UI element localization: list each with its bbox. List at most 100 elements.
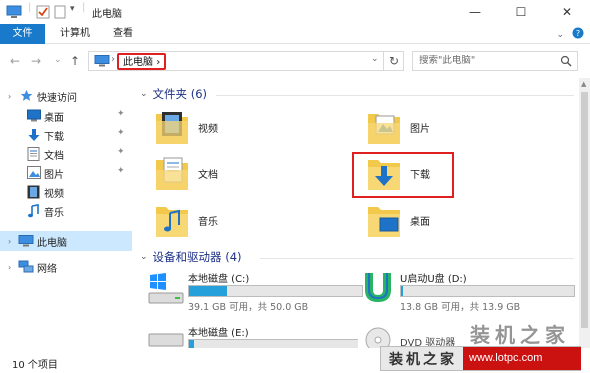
desktop-folder-icon	[366, 199, 402, 242]
documents-folder-icon	[154, 152, 190, 195]
vertical-scrollbar[interactable]: ▲	[579, 78, 590, 348]
close-button[interactable]: ✕	[544, 0, 590, 24]
expand-chevron-icon[interactable]: ›	[8, 92, 11, 101]
maximize-button[interactable]: ☐	[498, 0, 544, 24]
sidebar-item-quick-access[interactable]: › 快速访问	[0, 86, 132, 106]
expand-chevron-icon[interactable]: ›	[8, 263, 11, 272]
pictures-folder-icon	[366, 106, 402, 149]
breadcrumb[interactable]: 此电脑 ›	[117, 53, 167, 70]
group-title: 文件夹 (6)	[152, 87, 207, 101]
sidebar-item-pictures[interactable]: 图片 ✦	[0, 163, 132, 183]
sidebar-item-label: 快速访问	[37, 92, 77, 104]
back-arrow-icon[interactable]: ←	[10, 54, 20, 68]
desktop-icon	[27, 109, 41, 125]
sidebar-item-desktop[interactable]: 桌面 ✦	[0, 106, 132, 126]
expand-chevron-icon[interactable]: ›	[8, 237, 11, 246]
group-title: 设备和驱动器 (4)	[152, 250, 242, 264]
breadcrumb-separator: ›	[111, 54, 115, 65]
tab-file[interactable]: 文件	[0, 24, 45, 44]
this-pc-icon	[18, 235, 34, 250]
window-title: 此电脑	[92, 9, 122, 20]
breadcrumb-chevron-icon: ›	[156, 57, 161, 68]
this-pc-icon	[94, 55, 110, 70]
document-icon	[27, 147, 40, 164]
this-pc-icon[interactable]	[6, 5, 22, 22]
ribbon-controls: ⌄ ?	[556, 27, 584, 42]
folder-videos[interactable]: 视频	[150, 106, 330, 150]
folders-group-header[interactable]: ⌄ 文件夹 (6)	[140, 86, 207, 102]
drive-usage-fill	[189, 340, 195, 348]
folder-music[interactable]: 音乐	[150, 199, 330, 243]
collapse-chevron-icon[interactable]: ⌄	[140, 252, 148, 262]
sidebar-item-music[interactable]: 音乐	[0, 201, 132, 221]
search-box[interactable]	[412, 51, 578, 71]
star-icon	[20, 89, 33, 105]
watermark-text: 装机之家	[470, 323, 570, 347]
expand-ribbon-icon[interactable]: ⌄	[556, 30, 564, 40]
search-icon[interactable]	[560, 55, 572, 70]
folder-label: 桌面	[410, 217, 430, 228]
drives-group-header[interactable]: ⌄ 设备和驱动器 (4)	[140, 249, 242, 265]
quick-access-toolbar-dropdown-icon[interactable]: ▾	[70, 4, 75, 14]
hard-drive-icon	[148, 332, 184, 348]
properties-icon[interactable]	[36, 5, 50, 22]
folder-documents[interactable]: 文档	[150, 152, 330, 196]
breadcrumb-label: 此电脑	[123, 57, 153, 68]
tab-computer[interactable]: 计算机	[50, 24, 100, 44]
recent-locations-icon[interactable]: ⌄	[54, 55, 62, 65]
watermark-brand: 装机之家	[389, 352, 457, 368]
drive-d[interactable]: U启动U盘 (D:) 13.8 GB 可用，共 13.9 GB	[360, 268, 575, 313]
search-input[interactable]	[419, 55, 559, 66]
folder-pictures[interactable]: 图片	[362, 106, 542, 150]
drive-name: 本地磁盘 (C:)	[188, 274, 250, 285]
folder-desktop[interactable]: 桌面	[362, 199, 542, 243]
address-dropdown-icon[interactable]: ⌄	[371, 54, 379, 64]
pin-icon[interactable]: ✦	[117, 128, 125, 138]
watermark-banner: 装机之家 www.lotpc.com	[380, 346, 581, 371]
sidebar-item-label: 音乐	[44, 207, 64, 219]
pin-icon[interactable]: ✦	[117, 166, 125, 176]
sidebar-item-label: 网络	[37, 263, 57, 275]
ribbon-tabs: 文件 计算机 查看 ⌄ ?	[0, 24, 590, 44]
music-note-icon	[27, 204, 40, 221]
pin-icon[interactable]: ✦	[117, 109, 125, 119]
drive-name: 本地磁盘 (E:)	[188, 328, 249, 339]
drive-usage-bar	[400, 285, 575, 297]
sidebar-item-downloads[interactable]: 下载 ✦	[0, 125, 132, 145]
sidebar-item-videos[interactable]: 视频	[0, 182, 132, 202]
up-arrow-icon[interactable]: ↑	[70, 54, 80, 68]
pin-icon[interactable]: ✦	[117, 147, 125, 157]
sidebar-item-network[interactable]: › 网络	[0, 257, 132, 277]
navigation-bar: ← → ⌄ ↑ › 此电脑 › ⌄ ↻	[0, 46, 590, 76]
forward-arrow-icon[interactable]: →	[31, 54, 41, 68]
sidebar-item-documents[interactable]: 文档 ✦	[0, 144, 132, 164]
help-icon[interactable]: ?	[572, 27, 584, 42]
dvd-icon	[364, 326, 392, 348]
downloads-highlight-box	[352, 152, 454, 198]
drive-e[interactable]: 本地磁盘 (E:)	[148, 322, 358, 348]
tab-view[interactable]: 查看	[103, 24, 143, 44]
windows-drive-icon	[148, 272, 184, 309]
drive-usage-bar	[188, 285, 363, 297]
scrollbar-thumb[interactable]	[581, 92, 588, 328]
drive-size: 39.1 GB 可用，共 50.0 GB	[188, 302, 309, 313]
content-pane: ⌄ 文件夹 (6) 视频 图片 文档 下载 音乐 桌面 ⌄ 设备和驱动器 (4)…	[134, 78, 578, 348]
sidebar-item-this-pc[interactable]: › 此电脑	[0, 231, 132, 251]
download-arrow-icon	[27, 128, 41, 145]
picture-icon	[27, 166, 41, 182]
folder-label: 文档	[198, 170, 218, 181]
new-folder-icon[interactable]	[54, 5, 66, 22]
music-folder-icon	[154, 199, 190, 242]
refresh-button[interactable]: ↻	[383, 51, 404, 71]
navigation-pane: › 快速访问 桌面 ✦ 下载 ✦ 文档 ✦ 图片 ✦ 视频 音乐 › 此电脑 ›…	[0, 78, 132, 348]
collapse-chevron-icon[interactable]: ⌄	[140, 89, 148, 99]
drive-c[interactable]: 本地磁盘 (C:) 39.1 GB 可用，共 50.0 GB	[148, 268, 363, 313]
minimize-button[interactable]: —	[452, 0, 498, 24]
watermark-url: www.lotpc.com	[463, 347, 581, 370]
sidebar-item-label: 视频	[44, 188, 64, 200]
scroll-up-icon[interactable]: ▲	[581, 80, 586, 88]
title-bar: | ▾ | 此电脑 — ☐ ✕	[0, 0, 590, 24]
items-count: 10 个项目	[12, 360, 58, 371]
address-bar[interactable]: › 此电脑 › ⌄	[88, 51, 404, 71]
network-icon	[18, 260, 34, 277]
